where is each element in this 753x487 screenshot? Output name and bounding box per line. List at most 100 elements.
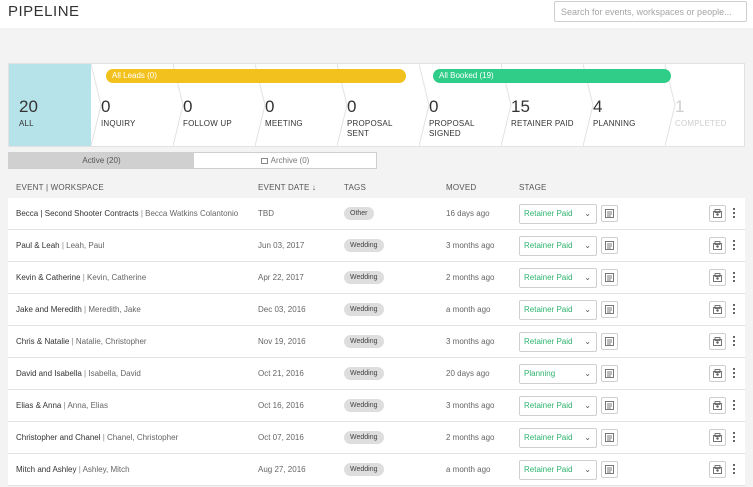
stage-count: 20: [19, 97, 38, 116]
event-name[interactable]: David and Isabella: [16, 369, 82, 378]
table-row[interactable]: Becca | Second Shooter Contracts | Becca…: [8, 198, 745, 230]
table-row[interactable]: Paul & Leah | Leah, Paul Jun 03, 2017 Wedd…: [8, 230, 745, 262]
stage-dropdown[interactable]: Retainer Paid ⌄: [519, 236, 597, 256]
event-cell[interactable]: Becca | Second Shooter Contracts | Becca…: [16, 209, 238, 218]
stage-divider: [419, 64, 430, 146]
more-options-icon[interactable]: [730, 206, 738, 222]
table-row[interactable]: Mitch and Ashley | Ashley, Mitch Aug 27, …: [8, 454, 745, 486]
event-name[interactable]: Mitch and Ashley: [16, 465, 76, 474]
all-leads-bar[interactable]: All Leads (0): [106, 69, 406, 83]
more-options-icon[interactable]: [730, 270, 738, 286]
chevron-down-icon: ⌄: [584, 305, 591, 314]
column-event-date[interactable]: EVENT DATE ↓: [258, 183, 316, 192]
tab-active[interactable]: Active (20): [9, 153, 194, 168]
chevron-down-icon: ⌄: [584, 433, 591, 442]
event-cell[interactable]: Christopher and Chanel | Chanel, Christo…: [16, 433, 178, 442]
tag-badge: Wedding: [344, 399, 384, 412]
event-date: Oct 21, 2016: [258, 369, 304, 378]
download-pdf-button[interactable]: [709, 237, 726, 254]
column-event: EVENT | WORKSPACE: [16, 183, 104, 192]
notes-button[interactable]: [601, 333, 618, 350]
event-name[interactable]: Kevin & Catherine: [16, 273, 80, 282]
chevron-down-icon: ⌄: [584, 369, 591, 378]
tab-archive-label: Archive (0): [270, 156, 310, 165]
download-pdf-button[interactable]: [709, 333, 726, 350]
notes-button[interactable]: [601, 205, 618, 222]
stage-label: MEETING: [265, 119, 303, 128]
event-name[interactable]: Chris & Natalie: [16, 337, 69, 346]
table-row[interactable]: David and Isabella | Isabella, David Oct …: [8, 358, 745, 390]
moved-time: 16 days ago: [446, 209, 490, 218]
notes-button[interactable]: [601, 429, 618, 446]
workspace-people: Meredith, Jake: [88, 305, 141, 314]
more-options-icon[interactable]: [730, 398, 738, 414]
download-pdf-button[interactable]: [709, 461, 726, 478]
tag-badge: Other: [344, 207, 374, 220]
stage-dropdown[interactable]: Retainer Paid ⌄: [519, 428, 597, 448]
more-options-icon[interactable]: [730, 334, 738, 350]
table-row[interactable]: Elias & Anna | Anna, Elias Oct 16, 2016 We…: [8, 390, 745, 422]
all-booked-bar[interactable]: All Booked (19): [433, 69, 671, 83]
more-options-icon[interactable]: [730, 366, 738, 382]
download-pdf-button[interactable]: [709, 397, 726, 414]
tag-badge: Wedding: [344, 463, 384, 476]
notes-button[interactable]: [601, 365, 618, 382]
chevron-down-icon: ⌄: [584, 337, 591, 346]
event-name[interactable]: Jake and Meredith: [16, 305, 82, 314]
event-name[interactable]: Elias & Anna: [16, 401, 61, 410]
moved-time: 20 days ago: [446, 369, 490, 378]
download-pdf-button[interactable]: [709, 269, 726, 286]
event-name[interactable]: Christopher and Chanel: [16, 433, 101, 442]
table-header: EVENT | WORKSPACE EVENT DATE ↓ TAGS MOVE…: [8, 178, 745, 198]
workspace-people: Ashley, Mitch: [82, 465, 130, 474]
table-row[interactable]: Christopher and Chanel | Chanel, Christo…: [8, 422, 745, 454]
more-options-icon[interactable]: [730, 430, 738, 446]
event-cell[interactable]: Elias & Anna | Anna, Elias: [16, 401, 108, 410]
table-body: Becca | Second Shooter Contracts | Becca…: [8, 198, 745, 486]
stage-dropdown[interactable]: Retainer Paid ⌄: [519, 204, 597, 224]
stage-label: PROPOSAL SIGNED: [429, 119, 475, 138]
event-date: Apr 22, 2017: [258, 273, 304, 282]
notes-button[interactable]: [601, 237, 618, 254]
tag-badge: Wedding: [344, 367, 384, 380]
table-row[interactable]: Jake and Meredith | Meredith, Jake Dec 03…: [8, 294, 745, 326]
moved-time: 2 months ago: [446, 433, 495, 442]
workspace-people: Kevin, Catherine: [87, 273, 147, 282]
search-input[interactable]: [554, 1, 747, 22]
stage-dropdown[interactable]: Retainer Paid ⌄: [519, 396, 597, 416]
page-title: PIPELINE: [8, 3, 80, 20]
workspace-people: Natalie, Christopher: [75, 337, 147, 346]
event-name[interactable]: Becca | Second Shooter Contracts: [16, 209, 139, 218]
event-cell[interactable]: Jake and Meredith | Meredith, Jake: [16, 305, 141, 314]
tab-archive[interactable]: Archive (0): [194, 153, 376, 168]
stage-dropdown[interactable]: Planning ⌄: [519, 364, 597, 384]
stage-value: Retainer Paid: [524, 433, 573, 442]
download-pdf-button[interactable]: [709, 301, 726, 318]
notes-button[interactable]: [601, 301, 618, 318]
event-cell[interactable]: David and Isabella | Isabella, David: [16, 369, 141, 378]
more-options-icon[interactable]: [730, 238, 738, 254]
event-cell[interactable]: Paul & Leah | Leah, Paul: [16, 241, 104, 250]
top-bar: PIPELINE: [0, 0, 753, 28]
stage-dropdown[interactable]: Retainer Paid ⌄: [519, 332, 597, 352]
event-cell[interactable]: Chris & Natalie | Natalie, Christopher: [16, 337, 147, 346]
stage-dropdown[interactable]: Retainer Paid ⌄: [519, 268, 597, 288]
notes-button[interactable]: [601, 269, 618, 286]
download-pdf-button[interactable]: [709, 205, 726, 222]
event-cell[interactable]: Kevin & Catherine | Kevin, Catherine: [16, 273, 146, 282]
more-options-icon[interactable]: [730, 302, 738, 318]
stage-dropdown[interactable]: Retainer Paid ⌄: [519, 300, 597, 320]
table-row[interactable]: Chris & Natalie | Natalie, Christopher No…: [8, 326, 745, 358]
download-pdf-button[interactable]: [709, 365, 726, 382]
event-date: Nov 19, 2016: [258, 337, 306, 346]
stage-all[interactable]: 20 ALL: [9, 64, 91, 146]
table-row[interactable]: Kevin & Catherine | Kevin, Catherine Apr …: [8, 262, 745, 294]
more-options-icon[interactable]: [730, 462, 738, 478]
chevron-down-icon: ⌄: [584, 273, 591, 282]
event-name[interactable]: Paul & Leah: [16, 241, 60, 250]
event-cell[interactable]: Mitch and Ashley | Ashley, Mitch: [16, 465, 130, 474]
notes-button[interactable]: [601, 397, 618, 414]
download-pdf-button[interactable]: [709, 429, 726, 446]
stage-dropdown[interactable]: Retainer Paid ⌄: [519, 460, 597, 480]
notes-button[interactable]: [601, 461, 618, 478]
